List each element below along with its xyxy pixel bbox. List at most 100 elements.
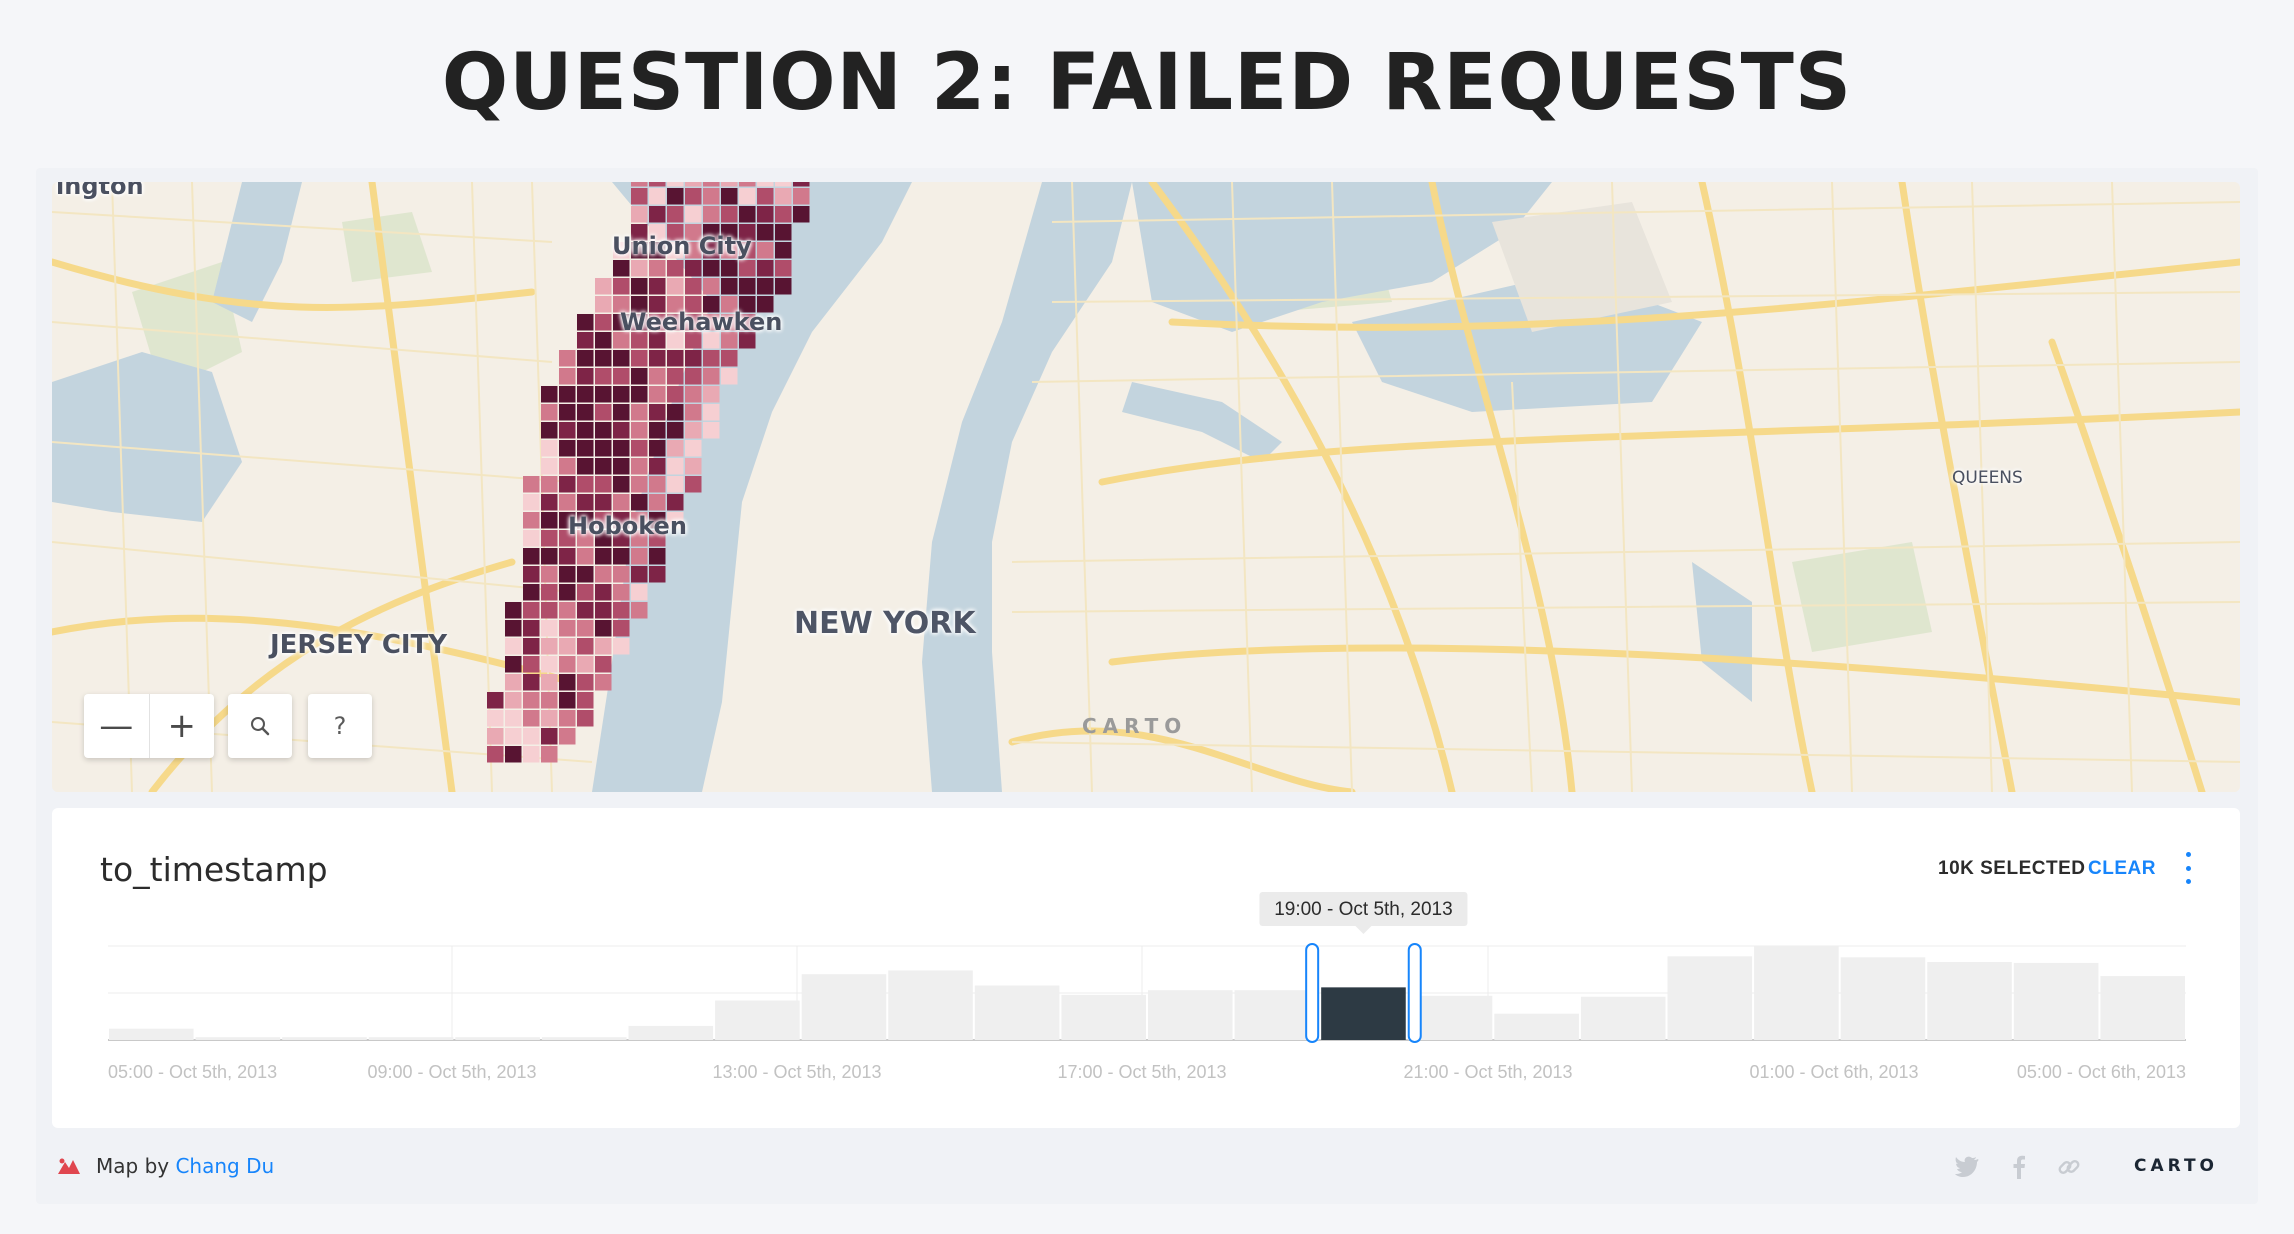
histogram-bar[interactable]	[109, 1028, 194, 1040]
histogram-bar[interactable]	[2100, 976, 2185, 1040]
grid-cell	[541, 386, 558, 403]
grid-cell	[541, 404, 558, 421]
grid-cell	[631, 548, 648, 565]
histogram-bar[interactable]	[1667, 956, 1753, 1040]
carto-logo: CARTO	[2134, 1156, 2219, 1176]
grid-cell	[541, 440, 558, 457]
histogram-bar[interactable]	[1754, 946, 1839, 1040]
grid-cell	[703, 386, 720, 403]
grid-cell	[595, 314, 612, 331]
map-label-queens: QUEENS	[1952, 468, 2023, 488]
histogram-bar[interactable]	[715, 1000, 800, 1040]
grid-cell	[667, 368, 684, 385]
credit-prefix: Map by	[96, 1154, 170, 1178]
grid-cell	[523, 512, 540, 529]
grid-cell	[541, 530, 558, 547]
histogram-bar[interactable]	[541, 1037, 627, 1040]
grid-cell	[577, 350, 594, 367]
grid-cell	[613, 404, 630, 421]
grid-cell	[685, 440, 702, 457]
grid-cell	[505, 602, 522, 619]
grid-cell	[577, 548, 594, 565]
histogram-bar[interactable]	[801, 974, 887, 1040]
grid-cell	[703, 206, 720, 223]
grid-cell	[685, 476, 702, 493]
grid-cell	[541, 458, 558, 475]
grid-cell	[721, 260, 738, 277]
grid-cell	[505, 638, 522, 655]
brush-handle-left[interactable]	[1305, 943, 1320, 1043]
zoom-out-button[interactable]: —	[84, 694, 149, 758]
author-link[interactable]: Chang Du	[175, 1154, 274, 1178]
grid-cell	[685, 422, 702, 439]
grid-cell	[739, 206, 756, 223]
grid-cell	[613, 584, 630, 601]
grid-cell	[667, 458, 684, 475]
grid-cell	[649, 404, 666, 421]
grid-cell	[541, 422, 558, 439]
map-view[interactable]: ington Union City Weehawken Hoboken JERS…	[52, 182, 2240, 792]
grid-cell	[649, 278, 666, 295]
histogram-bar[interactable]	[974, 985, 1060, 1040]
grid-cell	[757, 182, 774, 187]
map-search-button[interactable]	[228, 694, 292, 758]
grid-cell	[703, 404, 720, 421]
grid-cell	[541, 476, 558, 493]
grid-cell	[559, 458, 576, 475]
grid-cell	[523, 476, 540, 493]
help-button[interactable]: ?	[308, 694, 372, 758]
grid-cell	[631, 404, 648, 421]
grid-cell	[613, 350, 630, 367]
map-credit: Map by Chang Du	[96, 1154, 274, 1178]
grid-cell	[613, 386, 630, 403]
histogram-bar-selected[interactable]	[1321, 987, 1406, 1040]
histogram-bar[interactable]	[1148, 990, 1233, 1040]
histogram-bar[interactable]	[1061, 994, 1146, 1040]
histogram-bar[interactable]	[282, 1037, 367, 1040]
grid-cell	[595, 638, 612, 655]
grid-cell	[541, 512, 558, 529]
grid-cell	[685, 368, 702, 385]
histogram-bar[interactable]	[455, 1037, 540, 1040]
grid-cell	[613, 620, 630, 637]
histogram-chart[interactable]: 19:00 - Oct 5th, 2013 05:00 - Oct 5th, 20…	[52, 808, 2240, 1128]
histogram-bar[interactable]	[888, 970, 973, 1040]
grid-cell	[649, 386, 666, 403]
grid-cell	[667, 404, 684, 421]
grid-cell	[523, 602, 540, 619]
grid-cell	[523, 494, 540, 511]
histogram-bar[interactable]	[368, 1037, 454, 1040]
histogram-bar[interactable]	[1494, 1013, 1579, 1040]
grid-cell	[667, 260, 684, 277]
grid-cell	[703, 188, 720, 205]
zoom-in-button[interactable]: +	[148, 694, 215, 758]
failed-requests-grid	[487, 182, 810, 763]
grid-cell	[577, 422, 594, 439]
grid-cell	[559, 692, 576, 709]
grid-cell	[757, 260, 774, 277]
grid-cell	[559, 494, 576, 511]
grid-cell	[595, 494, 612, 511]
facebook-icon[interactable]	[2004, 1152, 2034, 1182]
grid-cell	[757, 188, 774, 205]
histogram-bar[interactable]	[195, 1037, 281, 1040]
histogram-bar[interactable]	[1840, 957, 1926, 1040]
histogram-bar[interactable]	[2013, 962, 2099, 1040]
grid-cell	[577, 692, 594, 709]
grid-cell	[523, 656, 540, 673]
grid-cell	[577, 476, 594, 493]
twitter-icon[interactable]	[1952, 1152, 1982, 1182]
link-icon[interactable]	[2054, 1152, 2084, 1182]
x-tick-label: 17:00 - Oct 5th, 2013	[1057, 1062, 1226, 1082]
grid-cell	[613, 566, 630, 583]
grid-cell	[541, 620, 558, 637]
grid-cell	[739, 260, 756, 277]
histogram-bar[interactable]	[1580, 996, 1666, 1040]
grid-cell	[577, 368, 594, 385]
grid-cell	[721, 182, 738, 187]
brush-handle-right[interactable]	[1407, 943, 1422, 1043]
grid-cell	[613, 260, 630, 277]
histogram-bar[interactable]	[1927, 961, 2012, 1040]
grid-cell	[559, 620, 576, 637]
histogram-bar[interactable]	[628, 1025, 714, 1040]
